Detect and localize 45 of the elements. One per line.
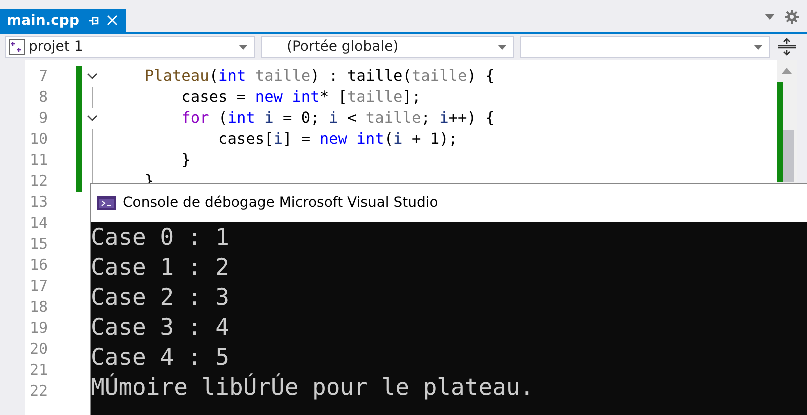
line-number: 17 (28, 276, 48, 297)
caret-icon (239, 44, 248, 50)
line-number: 16 (28, 255, 48, 276)
split-window-icon[interactable] (776, 37, 798, 57)
line-number: 19 (28, 318, 48, 339)
line-number: 8 (38, 87, 48, 108)
code-line: for (int i = 0; i < taille; i++) { (180, 108, 495, 129)
line-number: 12 (28, 171, 48, 192)
line-number: 13 (28, 192, 48, 213)
scroll-thumb[interactable] (783, 130, 794, 182)
console-output-line: Case 3 : 4 (91, 314, 230, 343)
line-number: 21 (28, 360, 48, 381)
console-output-line: Case 1 : 2 (91, 254, 230, 283)
pin-icon[interactable] (87, 16, 100, 26)
line-number: 18 (28, 297, 48, 318)
line-number: 20 (28, 339, 48, 360)
console-output-line: Case 4 : 5 (91, 344, 230, 373)
line-number: 14 (28, 213, 48, 234)
caret-icon (498, 44, 507, 50)
line-number: 7 (38, 66, 48, 87)
close-icon[interactable] (107, 15, 118, 26)
scroll-up-icon[interactable] (782, 68, 792, 74)
dropdown-caret-icon[interactable] (765, 14, 775, 20)
project-icon (9, 39, 25, 55)
line-number: 22 (28, 381, 48, 402)
collapse-chevron-icon[interactable] (86, 73, 98, 80)
line-number: 9 (38, 108, 48, 129)
console-output-line: Case 2 : 3 (91, 284, 230, 313)
settings-icon[interactable] (785, 10, 799, 24)
file-tab[interactable]: main.cpp (0, 9, 126, 32)
line-number: 15 (28, 234, 48, 255)
dropdown[interactable]: projet 1 (5, 36, 255, 58)
console-app-icon (97, 196, 116, 210)
line-number: 11 (28, 150, 48, 171)
line-number: 10 (28, 129, 48, 150)
code-line: cases = new int* [taille]; (180, 87, 422, 108)
collapse-chevron-icon[interactable] (86, 115, 98, 122)
code-line: Plateau(int taille) : taille(taille) { (144, 66, 495, 87)
caret-icon (754, 44, 763, 50)
console-output-line: Case 0 : 1 (91, 224, 230, 253)
console-output-line: MÚmoire libÚrÚe pour le plateau. (91, 373, 536, 403)
dropdown[interactable]: (Portée globale) (261, 36, 514, 58)
code-line: cases[i] = new int(i + 1); (218, 129, 458, 150)
window-title: Console de débogage Microsoft Visual Studio (123, 195, 438, 211)
code-line: } (180, 150, 191, 171)
